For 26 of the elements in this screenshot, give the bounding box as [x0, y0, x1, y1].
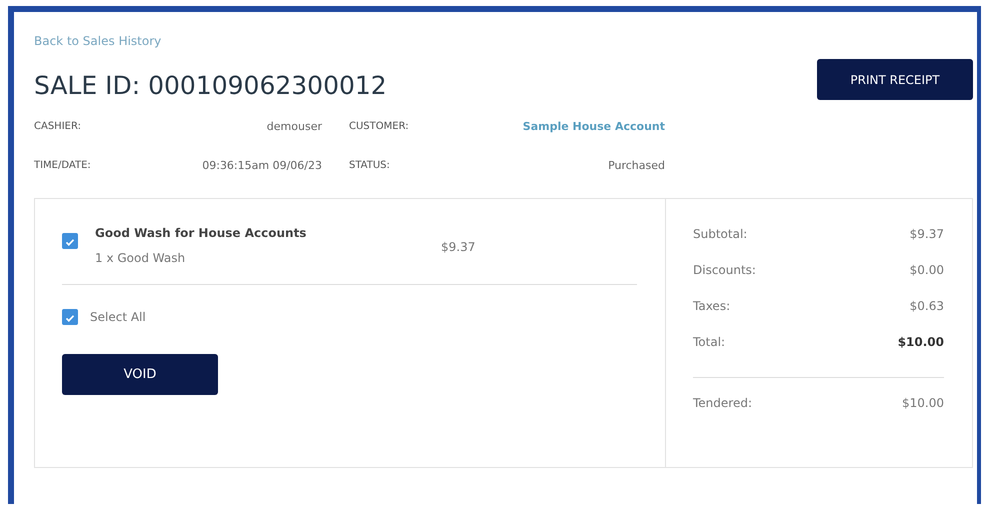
print-receipt-button[interactable]: PRINT RECEIPT	[817, 59, 973, 100]
summary-label: Discounts:	[693, 263, 756, 279]
item-price: $9.37	[441, 240, 476, 254]
summary-label: Subtotal:	[693, 227, 748, 243]
sale-title: SALE ID: 000109062300012	[34, 71, 387, 100]
info-label: CUSTOMER:	[348, 121, 410, 132]
info-value: Purchased	[608, 159, 665, 172]
info-label: TIME/DATE:	[34, 160, 92, 171]
summary-value: $0.00	[910, 263, 944, 279]
summary-value: $9.37	[910, 227, 944, 243]
item-detail: 1 x Good Wash	[95, 251, 186, 265]
void-button[interactable]: VOID	[62, 354, 218, 395]
summary-label: Total:	[693, 335, 726, 351]
item-checkbox[interactable]	[62, 233, 78, 249]
tendered-label: Tendered:	[693, 396, 752, 412]
summary-value: $0.63	[910, 299, 944, 315]
info-label: STATUS:	[348, 160, 391, 171]
summary-value: $10.00	[898, 335, 944, 351]
item-name: Good Wash for House Accounts	[95, 226, 308, 240]
info-value: demouser	[266, 120, 322, 133]
select-all-checkbox[interactable]	[62, 309, 78, 325]
summary-label: Taxes:	[693, 299, 730, 315]
info-value: 09:36:15am 09/06/23	[202, 159, 322, 172]
select-all-label: Select All	[90, 310, 146, 324]
info-label: CASHIER:	[34, 121, 82, 132]
tendered-value: $10.00	[902, 396, 944, 412]
